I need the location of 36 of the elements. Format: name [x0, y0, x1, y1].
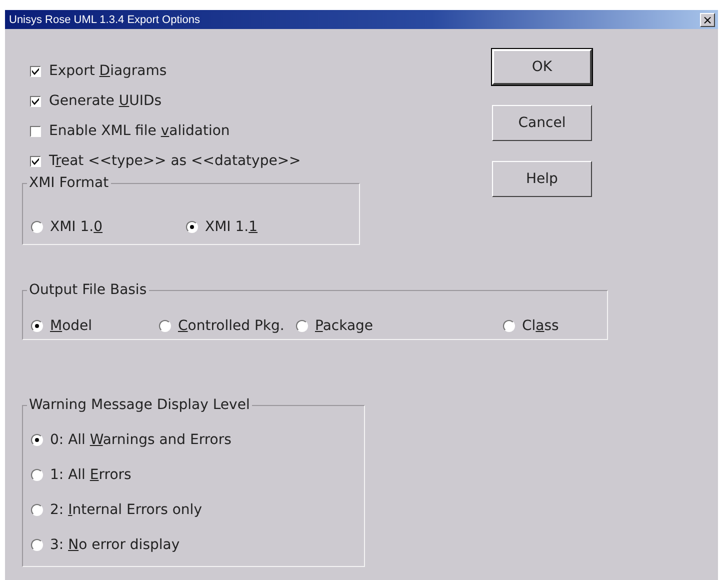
dialog-button[interactable]: Cancel: [492, 105, 592, 141]
group-title: Output File Basis: [28, 282, 148, 298]
radio-label[interactable]: Model: [50, 318, 92, 334]
radio-label[interactable]: XMI 1.1: [205, 219, 258, 235]
checkbox-label[interactable]: Generate UUIDs: [49, 93, 162, 109]
checkbox[interactable]: [30, 96, 41, 106]
radio-label[interactable]: 3: No error display: [50, 537, 180, 553]
radio-label[interactable]: 2: Internal Errors only: [50, 502, 202, 518]
checkbox[interactable]: [30, 156, 41, 166]
checkbox-label[interactable]: Export Diagrams: [49, 63, 167, 79]
group-title: XMI Format: [28, 175, 110, 191]
radio-button[interactable]: [31, 221, 43, 233]
radio-button[interactable]: [503, 320, 515, 332]
group-title: Warning Message Display Level: [28, 397, 251, 413]
radio-button[interactable]: [31, 539, 43, 551]
radio-label[interactable]: 1: All Errors: [50, 467, 132, 483]
radio-button[interactable]: [159, 320, 171, 332]
radio-label[interactable]: Controlled Pkg.: [178, 318, 284, 334]
checkbox[interactable]: [30, 126, 41, 136]
radio-button[interactable]: [186, 221, 198, 233]
radio-button[interactable]: [31, 434, 43, 446]
checkbox-label[interactable]: Treat <<type>> as <<datatype>>: [49, 153, 301, 169]
radio-button[interactable]: [31, 504, 43, 516]
radio-label[interactable]: XMI 1.0: [50, 219, 103, 235]
radio-button[interactable]: [31, 320, 43, 332]
radio-label[interactable]: Class: [522, 318, 559, 334]
radio-button[interactable]: [31, 469, 43, 481]
radio-label[interactable]: Package: [315, 318, 374, 334]
dialog-button[interactable]: OK: [492, 49, 592, 85]
radio-button[interactable]: [296, 320, 308, 332]
window-title: Unisys Rose UML 1.3.4 Export Options: [9, 14, 200, 26]
checkbox-label[interactable]: Enable XML file validation: [49, 123, 230, 139]
dialog-button[interactable]: Help: [492, 161, 592, 197]
radio-label[interactable]: 0: All Warnings and Errors: [50, 432, 232, 448]
checkbox[interactable]: [30, 66, 41, 76]
close-button[interactable]: ×: [700, 12, 715, 26]
